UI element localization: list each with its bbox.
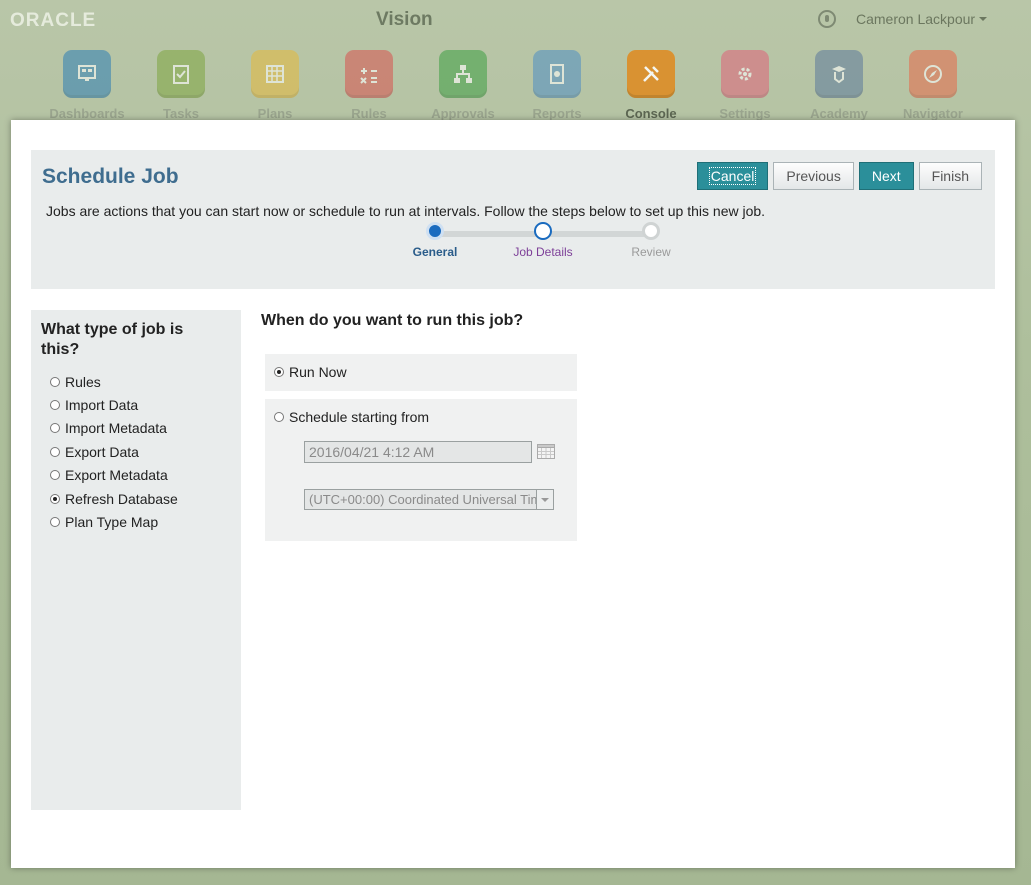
run-now-label[interactable]: Run Now <box>289 364 347 380</box>
nav-bar: Dashboards Tasks Plans Rules Approvals Report… <box>40 50 980 121</box>
run-now-box: Run Now <box>265 354 577 391</box>
nav-item-console[interactable]: Console <box>604 50 698 121</box>
run-now-radio[interactable] <box>274 367 284 377</box>
nav-label[interactable]: Rules <box>351 106 386 121</box>
schedule-box: Schedule starting from 2016/04/21 4:12 A… <box>265 399 577 541</box>
cancel-button[interactable]: Cancel <box>696 162 769 190</box>
step-label[interactable]: Review <box>597 245 705 259</box>
job-type-option[interactable]: Export Data <box>50 440 178 463</box>
console-icon[interactable] <box>627 50 675 98</box>
step-done-icon[interactable] <box>426 222 444 240</box>
job-type-label[interactable]: Rules <box>65 374 101 390</box>
chevron-down-icon[interactable] <box>536 490 553 509</box>
step-current-icon[interactable] <box>534 222 552 240</box>
timezone-value: (UTC+00:00) Coordinated Universal Time <box>309 492 549 507</box>
settings-icon[interactable] <box>721 50 769 98</box>
job-type-title: What type of job is this? <box>41 321 184 358</box>
nav-label[interactable]: Plans <box>258 106 293 121</box>
schedule-label[interactable]: Schedule starting from <box>289 409 429 425</box>
tasks-icon[interactable] <box>157 50 205 98</box>
job-type-radio[interactable] <box>50 517 60 528</box>
job-type-panel: What type of job is this? Rules Import Da… <box>31 310 241 810</box>
step-train: General Job Details Review <box>381 222 691 282</box>
calendar-icon[interactable] <box>537 444 555 459</box>
dialog-description: Jobs are actions that you can start now … <box>46 203 766 219</box>
rules-icon[interactable] <box>345 50 393 98</box>
nav-label[interactable]: Console <box>625 106 676 121</box>
top-header: ORACLE Vision Cameron Lackpour Dashboard… <box>0 0 1031 125</box>
step-todo-icon[interactable] <box>642 222 660 240</box>
job-type-option[interactable]: Refresh Database <box>50 487 178 510</box>
navigator-icon[interactable] <box>909 50 957 98</box>
run-now-option[interactable]: Run Now <box>274 364 347 380</box>
nav-label[interactable]: Navigator <box>903 106 963 121</box>
nav-item-settings[interactable]: Settings <box>698 50 792 121</box>
run-when-title: When do you want to run this job? <box>261 312 524 329</box>
job-type-radio[interactable] <box>50 423 60 434</box>
dialog-buttons: Cancel Previous Next Finish <box>692 162 982 190</box>
nav-item-rules[interactable]: Rules <box>322 50 416 121</box>
finish-button[interactable]: Finish <box>918 162 982 190</box>
oracle-logo: ORACLE <box>10 10 97 31</box>
nav-item-plans[interactable]: Plans <box>228 50 322 121</box>
user-name[interactable]: Cameron Lackpour <box>856 11 975 27</box>
dialog-title: Schedule Job <box>42 165 179 188</box>
job-type-label[interactable]: Refresh Database <box>65 491 178 507</box>
nav-label[interactable]: Approvals <box>431 106 495 121</box>
cancel-button-label: Cancel <box>708 167 757 185</box>
dashboards-icon[interactable] <box>63 50 111 98</box>
schedule-option[interactable]: Schedule starting from <box>274 409 429 425</box>
nav-item-reports[interactable]: Reports <box>510 50 604 121</box>
job-type-radio[interactable] <box>50 376 60 387</box>
accessibility-icon[interactable] <box>818 10 836 28</box>
job-type-label[interactable]: Import Metadata <box>65 420 167 436</box>
nav-item-academy[interactable]: Academy <box>792 50 886 121</box>
next-button[interactable]: Next <box>858 162 914 190</box>
job-type-label[interactable]: Export Data <box>65 444 139 460</box>
nav-label[interactable]: Settings <box>719 106 770 121</box>
app-title: Vision <box>376 9 433 30</box>
job-type-label[interactable]: Export Metadata <box>65 467 168 483</box>
job-type-radio[interactable] <box>50 446 60 457</box>
previous-button[interactable]: Previous <box>773 162 854 190</box>
train-step-review[interactable]: Review <box>597 222 705 259</box>
timezone-select[interactable]: (UTC+00:00) Coordinated Universal Time <box>304 489 554 510</box>
schedule-job-dialog: Schedule Job Cancel Previous Next Finish… <box>11 120 1015 868</box>
nav-item-navigator[interactable]: Navigator <box>886 50 980 121</box>
plans-icon[interactable] <box>251 50 299 98</box>
nav-item-dashboards[interactable]: Dashboards <box>40 50 134 121</box>
job-type-options: Rules Import Data Import Metadata Export Da… <box>50 370 178 534</box>
job-type-radio[interactable] <box>50 470 60 481</box>
step-label[interactable]: General <box>381 245 489 259</box>
start-datetime-field[interactable]: 2016/04/21 4:12 AM <box>304 441 532 463</box>
step-label[interactable]: Job Details <box>489 245 597 259</box>
academy-icon[interactable] <box>815 50 863 98</box>
nav-label[interactable]: Academy <box>810 106 868 121</box>
nav-item-tasks[interactable]: Tasks <box>134 50 228 121</box>
chevron-down-icon[interactable] <box>979 17 988 21</box>
train-step-job-details[interactable]: Job Details <box>489 222 597 259</box>
job-type-option[interactable]: Export Metadata <box>50 464 178 487</box>
approvals-icon[interactable] <box>439 50 487 98</box>
schedule-radio[interactable] <box>274 412 284 422</box>
job-type-option[interactable]: Import Data <box>50 393 178 416</box>
user-menu[interactable]: Cameron Lackpour <box>818 9 988 29</box>
nav-label[interactable]: Dashboards <box>49 106 124 121</box>
nav-label[interactable]: Reports <box>532 106 581 121</box>
job-type-option[interactable]: Import Metadata <box>50 417 178 440</box>
job-type-radio[interactable] <box>50 493 60 504</box>
train-step-general[interactable]: General <box>381 222 489 259</box>
reports-icon[interactable] <box>533 50 581 98</box>
job-type-label[interactable]: Plan Type Map <box>65 514 158 530</box>
nav-label[interactable]: Tasks <box>163 106 199 121</box>
dialog-header: Schedule Job Cancel Previous Next Finish… <box>31 150 995 289</box>
job-type-label[interactable]: Import Data <box>65 397 138 413</box>
job-type-radio[interactable] <box>50 400 60 411</box>
nav-item-approvals[interactable]: Approvals <box>416 50 510 121</box>
job-type-option[interactable]: Plan Type Map <box>50 510 178 533</box>
job-type-option[interactable]: Rules <box>50 370 178 393</box>
